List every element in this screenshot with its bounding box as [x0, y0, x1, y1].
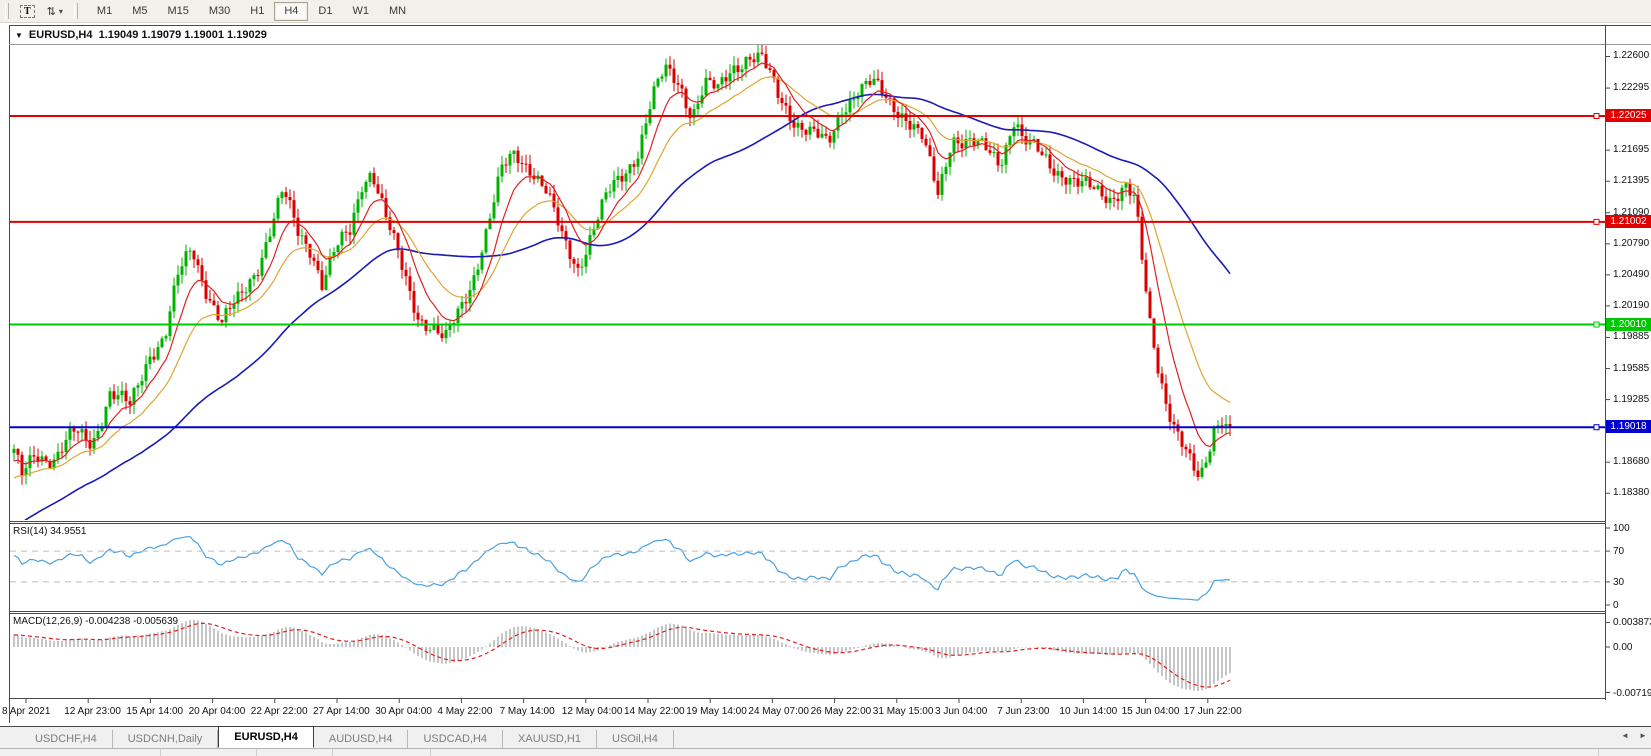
text-tool-button[interactable]: T	[14, 2, 41, 21]
ma-slow-line	[14, 95, 1230, 528]
trading-app: T ⇅ ▾ M1M5M15M30H1H4D1W1MN ▼ EURUSD,H4 1…	[0, 0, 1651, 756]
time-axis-label: 10 Jun 14:00	[1059, 706, 1117, 717]
time-axis-label: 31 May 15:00	[873, 706, 934, 717]
text-tool-icon: T	[20, 5, 35, 18]
price-level-badge: 1.21002	[1606, 215, 1651, 228]
price-axis-label: 1.22600	[1613, 50, 1649, 61]
chart-tab-usoil[interactable]: USOil,H4	[597, 730, 674, 748]
chart-tab-usdcad[interactable]: USDCAD,H4	[408, 730, 503, 748]
time-axis-label: 14 May 22:00	[624, 706, 685, 717]
rsi-axis-label: 100	[1613, 523, 1630, 534]
timeframe-button-d1[interactable]: D1	[308, 2, 342, 21]
status-divider	[332, 749, 333, 756]
chart-tab-audusd[interactable]: AUDUSD,H4	[314, 730, 409, 748]
timeframe-button-m15[interactable]: M15	[157, 2, 198, 21]
macd-axis-label: 0.00	[1613, 642, 1632, 653]
time-axis-label: 7 Jun 23:00	[997, 706, 1049, 717]
macd-signal-line	[14, 623, 1230, 687]
rsi-indicator-label: RSI(14) 34.9551	[13, 526, 86, 537]
toolbar: T ⇅ ▾ M1M5M15M30H1H4D1W1MN	[0, 0, 1651, 23]
timeframe-button-mn[interactable]: MN	[379, 2, 416, 21]
toolbar-grip[interactable]	[74, 3, 78, 19]
chart-title: EURUSD,H4 1.19049 1.19079 1.19001 1.1902…	[29, 29, 267, 41]
macd-axis-label: -0.00719	[1613, 688, 1651, 699]
timeframe-button-m30[interactable]: M30	[199, 2, 240, 21]
price-axis-label: 1.21395	[1613, 175, 1649, 186]
timeframe-button-h4[interactable]: H4	[274, 2, 308, 21]
price-level-badge: 1.20010	[1606, 318, 1651, 331]
status-divider	[1598, 749, 1599, 756]
time-axis-label: 12 May 04:00	[562, 706, 623, 717]
price-axis-label: 1.18380	[1613, 487, 1649, 498]
tab-scroll-left-button[interactable]: ◄	[1621, 731, 1629, 740]
price-axis-label: 1.20790	[1613, 238, 1649, 249]
price-axis-label: 1.19885	[1613, 331, 1649, 342]
price-axis-label: 1.20490	[1613, 269, 1649, 280]
rsi-axis-label: 30	[1613, 577, 1624, 588]
price-axis-label: 1.20190	[1613, 300, 1649, 311]
ma-fast-line	[14, 63, 1230, 464]
time-axis-label: 26 May 22:00	[811, 706, 872, 717]
arrows-icon: ⇅	[47, 5, 56, 18]
line-handle	[1594, 219, 1599, 224]
rsi-layer	[14, 537, 1230, 600]
status-bar	[0, 748, 1651, 756]
macd-layer	[14, 620, 1230, 691]
time-axis-label: 17 Jun 22:00	[1184, 706, 1242, 717]
time-axis-label: 20 Apr 04:00	[189, 706, 246, 717]
status-divider	[430, 749, 431, 756]
symbol-tab-bar: USDCHF,H4USDCNH,DailyEURUSD,H4AUDUSD,H4U…	[0, 726, 1651, 748]
line-handle	[1594, 114, 1599, 119]
time-axis-label: 15 Jun 04:00	[1122, 706, 1180, 717]
rsi-line	[14, 537, 1230, 600]
timeframe-button-m1[interactable]: M1	[87, 2, 122, 21]
time-axis-label: 7 May 14:00	[500, 706, 555, 717]
price-axis-label: 1.19585	[1613, 363, 1649, 374]
cursor-tool-button[interactable]: ⇅ ▾	[41, 2, 69, 21]
price-level-badge: 1.22025	[1606, 109, 1651, 122]
time-axis-label: 24 May 07:00	[748, 706, 809, 717]
time-axis-label: 8 Apr 2021	[2, 706, 50, 717]
rsi-axis-label: 0	[1613, 600, 1619, 611]
timeframe-button-w1[interactable]: W1	[342, 2, 379, 21]
timeframe-toolbar: M1M5M15M30H1H4D1W1MN	[87, 2, 416, 21]
time-axis-label: 3 Jun 04:00	[935, 706, 987, 717]
chevron-down-icon: ▾	[59, 7, 63, 16]
chart-tab-usdchf[interactable]: USDCHF,H4	[20, 730, 113, 748]
status-divider	[160, 749, 161, 756]
time-axis-label: 27 Apr 14:00	[313, 706, 370, 717]
collapse-triangle-icon[interactable]: ▼	[15, 31, 23, 40]
chart-canvas[interactable]	[0, 0, 1651, 756]
macd-axis-label: 0.003873	[1613, 617, 1651, 628]
price-axis-label: 1.18680	[1613, 456, 1649, 467]
timeframe-button-h1[interactable]: H1	[240, 2, 274, 21]
chart-title-row: ▼ EURUSD,H4 1.19049 1.19079 1.19001 1.19…	[15, 29, 267, 41]
time-axis-label: 15 Apr 14:00	[126, 706, 183, 717]
price-axis-label: 1.21695	[1613, 144, 1649, 155]
time-axis-label: 22 Apr 22:00	[251, 706, 308, 717]
price-axis-label: 1.19285	[1613, 394, 1649, 405]
macd-indicator-label: MACD(12,26,9) -0.004238 -0.005639	[13, 616, 178, 627]
ma-medium-line	[14, 77, 1230, 478]
tab-scroll-right-button[interactable]: ►	[1639, 731, 1647, 740]
chart-tab-eurusd[interactable]: EURUSD,H4	[218, 726, 314, 748]
toolbar-grip[interactable]	[5, 3, 9, 19]
line-handle	[1594, 322, 1599, 327]
time-axis-label: 12 Apr 23:00	[64, 706, 121, 717]
time-axis-label: 19 May 14:00	[686, 706, 747, 717]
price-axis-label: 1.22295	[1613, 82, 1649, 93]
price-level-badge: 1.19018	[1606, 420, 1651, 433]
line-handle	[1594, 425, 1599, 430]
timeframe-button-m5[interactable]: M5	[122, 2, 157, 21]
status-divider	[256, 749, 257, 756]
time-axis-label: 30 Apr 04:00	[375, 706, 432, 717]
chart-tab-usdcnh[interactable]: USDCNH,Daily	[113, 730, 219, 748]
time-axis-label: 4 May 22:00	[437, 706, 492, 717]
chart-tab-xauusd[interactable]: XAUUSD,H1	[503, 730, 597, 748]
rsi-axis-label: 70	[1613, 546, 1624, 557]
